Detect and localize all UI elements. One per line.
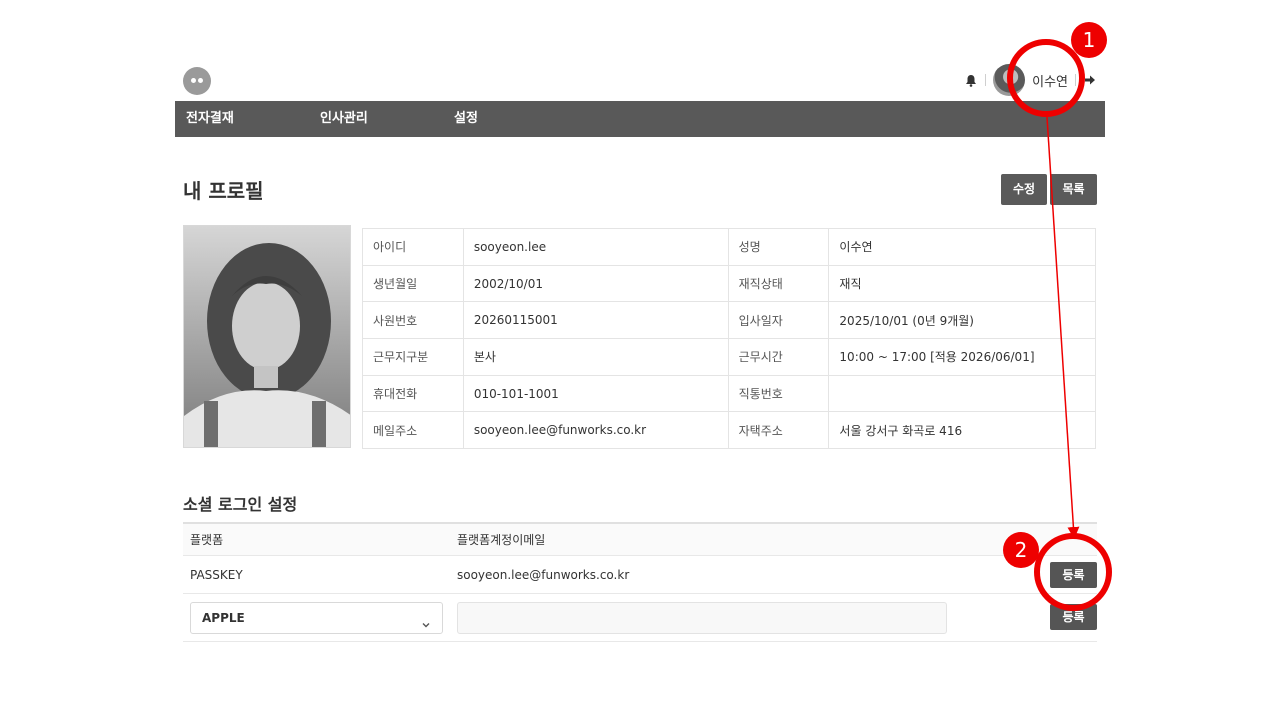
field-value: 20260115001 [462, 301, 729, 340]
field-value: 2025/10/01 (0년 9개월) [828, 301, 1096, 340]
field-value: 본사 [462, 338, 729, 376]
table-row: 생년월일 2002/10/01 재직상태 재직 [362, 264, 1096, 303]
page-title: 내 프로필 [183, 179, 264, 203]
ghost-logo-icon[interactable] [183, 67, 211, 95]
field-label: 근무지구분 [362, 338, 464, 376]
user-box: 이수연 [964, 64, 1097, 96]
main-nav: 전자결재 인사관리 설정 [175, 101, 1105, 137]
annotation-badge-1 [1071, 22, 1107, 58]
top-bar: 이수연 [175, 60, 1105, 100]
edit-button[interactable]: 수정 [1001, 174, 1047, 205]
field-value: 재직 [828, 264, 1096, 303]
field-value: 010-101-1001 [462, 374, 729, 413]
table-header: 플랫폼 플랫폼계정이메일 [183, 524, 1097, 556]
register-button[interactable]: 등록 [1050, 562, 1097, 588]
table-row: 아이디 sooyeon.lee 성명 이수연 [362, 228, 1096, 266]
bell-icon[interactable] [964, 73, 978, 87]
profile-info-table: 아이디 sooyeon.lee 성명 이수연 생년월일 2002/10/01 재… [362, 228, 1096, 450]
logout-arrow-icon[interactable] [1083, 73, 1097, 87]
table-row: 사원번호 20260115001 입사일자 2025/10/01 (0년 9개월… [362, 301, 1096, 340]
platform-select-value: APPLE [202, 611, 245, 625]
user-name[interactable]: 이수연 [1032, 71, 1068, 90]
table-row: 메일주소 sooyeon.lee@funworks.co.kr 자택주소 서울 … [362, 411, 1096, 450]
field-label: 사원번호 [362, 301, 464, 340]
avatar[interactable] [993, 64, 1026, 96]
platform-email-input[interactable] [457, 602, 947, 634]
column-header-platform: 플랫폼 [190, 533, 224, 547]
field-label: 재직상태 [727, 264, 830, 303]
table-row: 휴대전화 010-101-1001 직통번호 [362, 374, 1096, 413]
platform-name: PASSKEY [190, 567, 243, 582]
field-label: 휴대전화 [362, 374, 464, 413]
field-label: 성명 [727, 228, 830, 266]
list-button[interactable]: 목록 [1050, 174, 1097, 205]
field-value: 2002/10/01 [462, 264, 729, 303]
platform-select[interactable]: APPLE [190, 602, 443, 634]
field-value: sooyeon.lee@funworks.co.kr [462, 411, 729, 450]
field-value: 서울 강서구 화곡로 416 [828, 411, 1096, 450]
field-label: 아이디 [362, 228, 464, 266]
register-button[interactable]: 등록 [1050, 604, 1097, 630]
field-value: 이수연 [828, 228, 1096, 266]
platform-email: sooyeon.lee@funworks.co.kr [457, 567, 630, 582]
nav-item-approval[interactable]: 전자결재 [186, 101, 234, 137]
table-row: APPLE 등록 [183, 594, 1097, 642]
nav-item-settings[interactable]: 설정 [454, 101, 478, 137]
field-label: 메일주소 [362, 411, 464, 450]
column-header-email: 플랫폼계정이메일 [457, 533, 546, 547]
field-value: 10:00 ~ 17:00 [적용 2026/06/01] [828, 338, 1096, 376]
chevron-down-icon [420, 612, 432, 628]
annotation-badge-1-label: 1 [1083, 28, 1096, 52]
nav-item-hr[interactable]: 인사관리 [320, 101, 368, 137]
profile-photo [183, 225, 351, 448]
field-label: 생년월일 [362, 264, 464, 303]
field-value: sooyeon.lee [462, 228, 729, 266]
section-title: 소셜 로그인 설정 [183, 495, 298, 514]
field-label: 직통번호 [727, 374, 830, 413]
separator [1075, 74, 1076, 86]
table-row: PASSKEY sooyeon.lee@funworks.co.kr 등록 [183, 556, 1097, 594]
field-label: 입사일자 [727, 301, 830, 340]
separator [985, 74, 987, 86]
field-value [828, 374, 1096, 413]
field-label: 근무시간 [727, 338, 830, 376]
social-login-table: 플랫폼 플랫폼계정이메일 PASSKEY sooyeon.lee@funwork… [183, 522, 1097, 642]
field-label: 자택주소 [727, 411, 830, 450]
table-row: 근무지구분 본사 근무시간 10:00 ~ 17:00 [적용 2026/06/… [362, 338, 1096, 376]
